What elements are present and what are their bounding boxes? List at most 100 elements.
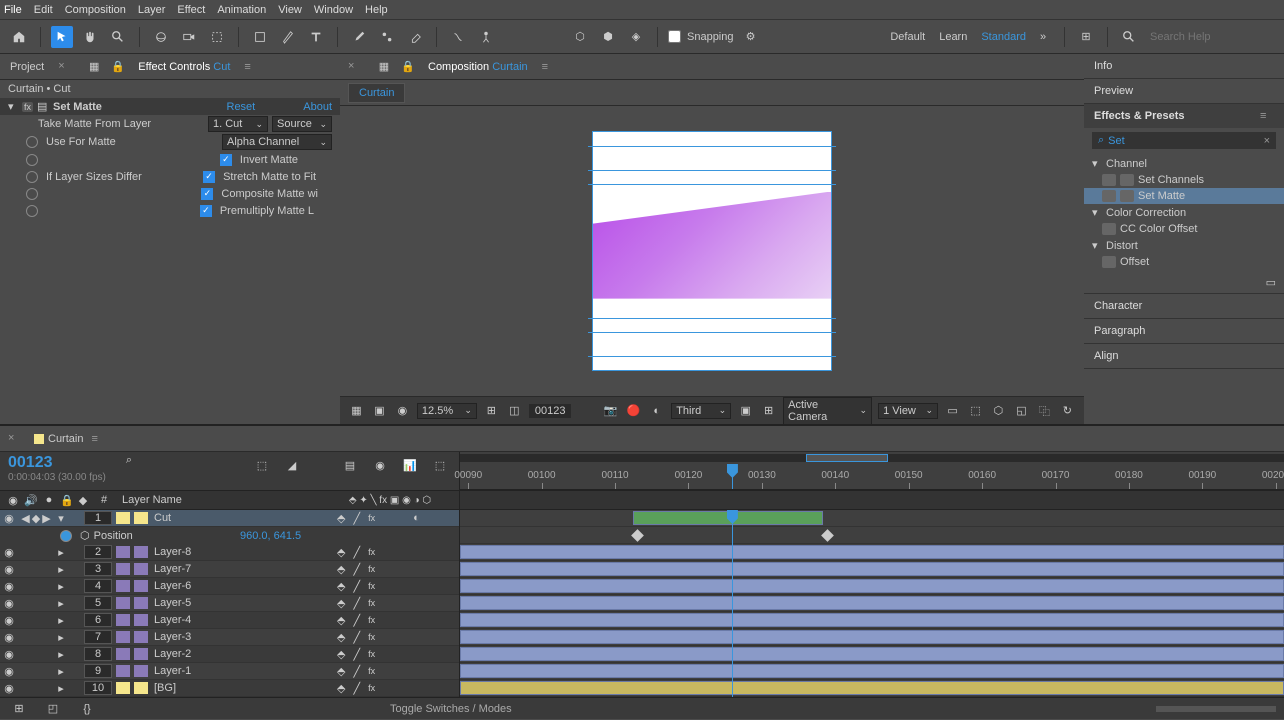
property-value[interactable]: 960.0, 641.5 [240,530,301,542]
resolution-dropdown[interactable]: Third [671,403,731,419]
timeline-track[interactable] [460,544,1284,561]
layer-name[interactable]: Layer-7 [150,563,329,575]
timeline-track[interactable] [460,663,1284,680]
toggle-switches-icon[interactable]: ⊞ [8,698,30,720]
workspace-learn[interactable]: Learn [939,31,967,43]
layer-switches[interactable]: ⬘╱fx [329,648,459,661]
twirl-icon[interactable]: ▸ [54,614,68,627]
playhead[interactable] [732,464,733,489]
menu-file[interactable]: File [4,4,22,16]
layer-row[interactable]: ◉▸4Layer-6⬘╱fx [0,578,459,595]
panel-menu-icon[interactable]: ≡ [244,61,258,73]
col-lock-icon[interactable]: 🔒 [58,494,76,507]
layer-switches[interactable]: ⬘╱fx◐ [329,512,459,525]
draft3d-icon[interactable]: ⬚ [967,402,984,420]
fast-preview-icon[interactable]: ▣ [737,402,754,420]
panel-preview[interactable]: Preview [1084,79,1284,103]
col-number[interactable]: # [90,494,118,506]
prev-kf-icon[interactable]: ◀ [21,512,29,525]
workspace-overflow-icon[interactable]: » [1032,26,1054,48]
layer-name[interactable]: Layer-8 [150,546,329,558]
pan-behind-tool-icon[interactable] [206,26,228,48]
param-invert-checkbox[interactable] [220,154,232,166]
brainstorm-icon[interactable]: ⬚ [429,454,451,476]
always-preview-icon[interactable]: ▦ [348,402,365,420]
layer-switches[interactable]: ⬘╱fx [329,614,459,627]
layer-color-swatch[interactable] [116,682,130,694]
menu-effect[interactable]: Effect [177,4,205,16]
param-premult-checkbox[interactable] [200,205,212,217]
layer-color-swatch[interactable] [116,648,130,660]
timeline-tab[interactable]: Curtain [34,433,83,445]
brush-tool-icon[interactable] [348,26,370,48]
twirl-icon[interactable]: ▸ [54,665,68,678]
menu-layer[interactable]: Layer [138,4,166,16]
res-icon[interactable]: ⊞ [483,402,500,420]
timeline-track[interactable] [460,510,1284,527]
stopwatch-icon[interactable] [26,205,38,217]
keyframe-icon[interactable] [631,529,644,542]
layer-bar[interactable] [460,681,1284,695]
layer-name[interactable]: Layer-6 [150,580,329,592]
layer-name[interactable]: Layer-3 [150,631,329,643]
layer-color-swatch[interactable] [116,631,130,643]
twirl-icon[interactable]: ▾ [54,512,68,525]
roto-tool-icon[interactable] [447,26,469,48]
layer-switches[interactable]: ⬘╱fx [329,682,459,695]
pen-tool-icon[interactable] [277,26,299,48]
kf-nav-icon[interactable]: ⬡ [80,529,90,542]
timeline-track[interactable] [460,561,1284,578]
layer-bar[interactable] [460,579,1284,593]
layer-name[interactable]: Layer-1 [150,665,329,677]
stopwatch-icon[interactable] [60,530,72,542]
comp-subtab[interactable]: Curtain [348,83,405,103]
local-axis-icon[interactable]: ⬡ [569,26,591,48]
preset-cat-channel[interactable]: ▾Channel [1084,155,1284,172]
menu-animation[interactable]: Animation [217,4,266,16]
expand-icon[interactable]: ◰ [42,698,64,720]
layer-bar[interactable] [460,664,1284,678]
clone-tool-icon[interactable] [376,26,398,48]
visibility-toggle-icon[interactable]: ◉ [0,512,18,525]
workspace-reset-icon[interactable]: ⊞ [1075,26,1097,48]
visibility-toggle-icon[interactable]: ◉ [0,580,18,593]
snap-options-icon[interactable]: ⚙ [740,26,762,48]
menu-help[interactable]: Help [365,4,388,16]
layer-switches[interactable]: ⬘╱fx [329,563,459,576]
snapshot-icon[interactable]: 📷 [602,402,619,420]
twirl-icon[interactable]: ▸ [54,597,68,610]
layer-color-swatch[interactable] [116,563,130,575]
panel-menu-icon[interactable]: ≡ [1260,110,1274,122]
keyframe-icon[interactable] [821,529,834,542]
world-axis-icon[interactable]: ⬢ [597,26,619,48]
layer-name[interactable]: Layer-2 [150,648,329,660]
lock-icon[interactable]: 🔒 [112,56,124,78]
visibility-toggle-icon[interactable]: ◉ [0,614,18,627]
layer-color-swatch[interactable] [116,580,130,592]
twirl-icon[interactable]: ▸ [54,563,68,576]
timeline-track[interactable] [460,680,1284,697]
preset-search-input[interactable] [1108,135,1263,147]
layer-bar[interactable] [460,630,1284,644]
preset-cc-color-offset[interactable]: CC Color Offset [1084,221,1284,237]
search-help-input[interactable] [1146,29,1276,45]
layer-switches[interactable]: ⬘╱fx [329,665,459,678]
layer-bar[interactable] [460,613,1284,627]
close-icon[interactable]: × [58,60,72,74]
layer-name[interactable]: Layer-5 [150,597,329,609]
preset-offset[interactable]: Offset [1084,254,1284,270]
preset-cat-distort[interactable]: ▾Distort [1084,237,1284,254]
next-kf-icon[interactable]: ▶ [42,512,50,525]
home-icon[interactable] [8,26,30,48]
layer-switches[interactable]: ⬘╱fx [329,597,459,610]
layer-switches[interactable]: ⬘╱fx [329,631,459,644]
layer-bar[interactable] [460,596,1284,610]
preset-set-matte[interactable]: Set Matte [1084,188,1284,204]
param-take-matte-source[interactable]: Source [272,116,332,132]
preset-cat-color-correction[interactable]: ▾Color Correction [1084,204,1284,221]
motion-blur-icon[interactable]: ◉ [369,454,391,476]
add-kf-icon[interactable]: ◆ [32,512,40,525]
eraser-tool-icon[interactable] [404,26,426,48]
panel-align[interactable]: Align [1084,344,1284,368]
layer-name[interactable]: Cut [150,512,329,524]
